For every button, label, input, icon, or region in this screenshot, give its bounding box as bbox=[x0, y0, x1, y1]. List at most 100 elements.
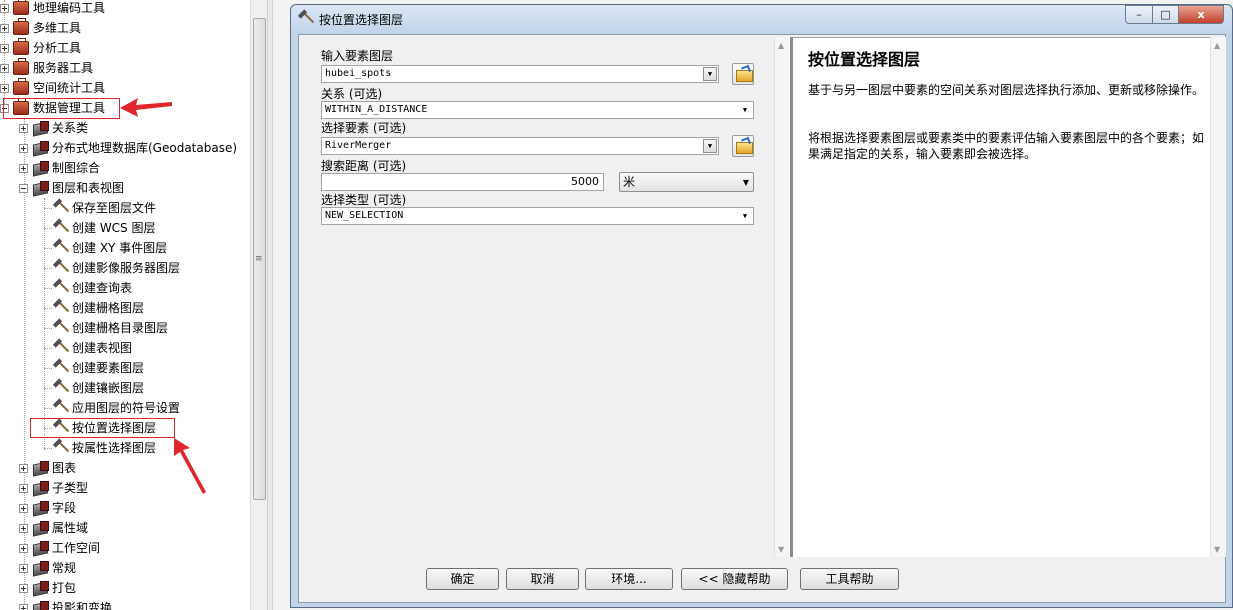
tree-tool-make-wcs-layer[interactable]: 创建 WCS 图层 bbox=[52, 218, 156, 238]
expand-icon[interactable] bbox=[19, 583, 28, 593]
tree-toolbox-multidimension[interactable]: 多维工具 bbox=[0, 18, 81, 38]
parameters-scrollbar[interactable]: ▲ ▼ bbox=[774, 37, 790, 557]
dropdown-arrow-icon[interactable]: ▼ bbox=[703, 67, 717, 81]
tree-toolset-workspace[interactable]: 工作空间 bbox=[19, 538, 100, 558]
expand-icon[interactable] bbox=[0, 3, 9, 13]
tree-toolbox-spatial-statistics[interactable]: 空间统计工具 bbox=[0, 78, 105, 98]
toolbox-icon bbox=[13, 0, 29, 15]
tree-tool-make-table-view[interactable]: 创建表视图 bbox=[52, 338, 132, 358]
expand-icon[interactable] bbox=[19, 563, 28, 573]
highlight-box bbox=[3, 98, 120, 119]
tree-toolset-distributed-geodatabase[interactable]: 分布式地理数据库(Geodatabase) bbox=[19, 138, 237, 158]
environments-button[interactable]: 环境... bbox=[585, 568, 673, 590]
collapse-icon[interactable] bbox=[19, 183, 28, 193]
tree-tool-make-xy-event-layer[interactable]: 创建 XY 事件图层 bbox=[52, 238, 167, 258]
tree-scrollbar[interactable]: ≡ bbox=[250, 0, 267, 610]
ok-button[interactable]: 确定 bbox=[426, 568, 499, 590]
hammer-icon bbox=[52, 240, 68, 256]
maximize-icon: □ bbox=[1160, 8, 1171, 21]
tree-toolbox-analysis[interactable]: 分析工具 bbox=[0, 38, 81, 58]
expand-icon[interactable] bbox=[19, 463, 28, 473]
selection-type-combo[interactable]: NEW_SELECTION ▼ bbox=[321, 207, 754, 225]
scroll-up-icon[interactable]: ▲ bbox=[778, 41, 784, 50]
distance-unit-value: 米 bbox=[623, 175, 636, 189]
toolset-icon bbox=[32, 141, 49, 155]
tree-tool-make-raster-layer[interactable]: 创建栅格图层 bbox=[52, 298, 144, 318]
maximize-button[interactable]: □ bbox=[1152, 5, 1179, 24]
tree-tool-make-feature-layer[interactable]: 创建要素图层 bbox=[52, 358, 144, 378]
close-button[interactable]: x bbox=[1178, 5, 1224, 24]
hammer-icon bbox=[52, 300, 68, 316]
tree-toolset-generalization[interactable]: 制图综合 bbox=[19, 158, 100, 178]
tree-tool-make-mosaic-layer[interactable]: 创建镶嵌图层 bbox=[52, 378, 144, 398]
parameters-pane: 输入要素图层 hubei_spots ▼ 关系 (可选) WITHIN_A_DI… bbox=[300, 37, 774, 557]
distance-unit-combo[interactable]: 米 ▼ bbox=[619, 172, 754, 192]
cancel-button[interactable]: 取消 bbox=[506, 568, 579, 590]
tree-toolset-graph[interactable]: 图表 bbox=[19, 458, 76, 478]
help-pane: 按位置选择图层 基于与另一图层中要素的空间关系对图层选择执行添加、更新或移除操作… bbox=[793, 37, 1210, 557]
hammer-icon bbox=[52, 200, 68, 216]
help-paragraph: 基于与另一图层中要素的空间关系对图层选择执行添加、更新或移除操作。 bbox=[808, 83, 1205, 97]
tree-tool-make-image-server-layer[interactable]: 创建影像服务器图层 bbox=[52, 258, 180, 278]
help-scrollbar[interactable]: ▲ ▼ bbox=[1210, 37, 1226, 557]
scroll-down-icon[interactable]: ▼ bbox=[778, 545, 784, 554]
browse-input-button[interactable] bbox=[732, 63, 754, 85]
dropdown-arrow-icon[interactable]: ▼ bbox=[743, 174, 749, 192]
selecting-features-label: 选择要素 (可选) bbox=[321, 121, 407, 135]
expand-icon[interactable] bbox=[19, 483, 28, 493]
tree-tool-select-layer-by-attribute[interactable]: 按属性选择图层 bbox=[52, 438, 156, 458]
minimize-button[interactable]: – bbox=[1125, 5, 1153, 24]
tree-toolset-subtypes[interactable]: 子类型 bbox=[19, 478, 88, 498]
expand-icon[interactable] bbox=[19, 143, 28, 153]
hide-help-button[interactable]: << 隐藏帮助 bbox=[681, 568, 788, 590]
input-features-combo[interactable]: hubei_spots ▼ bbox=[321, 65, 719, 83]
tree-toolset-fields[interactable]: 字段 bbox=[19, 498, 76, 518]
tree-toolset-package[interactable]: 打包 bbox=[19, 578, 76, 598]
hammer-icon bbox=[52, 340, 68, 356]
expand-icon[interactable] bbox=[19, 163, 28, 173]
dropdown-arrow-icon[interactable]: ▼ bbox=[738, 209, 752, 223]
expand-icon[interactable] bbox=[19, 603, 28, 610]
search-distance-input[interactable]: 5000 bbox=[321, 173, 604, 191]
tree-toolset-domains[interactable]: 属性域 bbox=[19, 518, 88, 538]
expand-icon[interactable] bbox=[19, 123, 28, 133]
expand-icon[interactable] bbox=[0, 23, 9, 33]
tree-toolset-projections[interactable]: 投影和变换 bbox=[19, 598, 112, 610]
tree-guide bbox=[44, 198, 45, 450]
scroll-down-icon[interactable]: ▼ bbox=[1214, 545, 1220, 554]
tree-toolset-general[interactable]: 常规 bbox=[19, 558, 76, 578]
tree-tool-save-to-layer-file[interactable]: 保存至图层文件 bbox=[52, 198, 156, 218]
expand-icon[interactable] bbox=[19, 543, 28, 553]
tree-toolset-layers-and-table-views[interactable]: 图层和表视图 bbox=[19, 178, 124, 198]
input-features-label: 输入要素图层 bbox=[321, 49, 394, 63]
expand-icon[interactable] bbox=[0, 63, 9, 73]
toolset-icon bbox=[32, 541, 49, 555]
toolbox-tree[interactable]: 地理编码工具 多维工具 分析工具 服务器工具 空间统计工具 数据管理工具 关系类… bbox=[0, 0, 250, 610]
tool-dialog[interactable]: 按位置选择图层 – □ x 输入要素图层 hubei_spots ▼ 关系 (可… bbox=[290, 4, 1233, 608]
scroll-up-icon[interactable]: ▲ bbox=[1214, 41, 1220, 50]
dropdown-arrow-icon[interactable]: ▼ bbox=[738, 103, 752, 117]
toolbox-icon bbox=[13, 18, 29, 35]
tree-toolbox-server[interactable]: 服务器工具 bbox=[0, 58, 93, 78]
expand-icon[interactable] bbox=[0, 83, 9, 93]
tree-toolbox-geocoding[interactable]: 地理编码工具 bbox=[0, 0, 105, 18]
tree-tool-apply-symbology[interactable]: 应用图层的符号设置 bbox=[52, 398, 180, 418]
selecting-features-combo[interactable]: RiverMerger ▼ bbox=[321, 137, 719, 155]
tool-help-button[interactable]: 工具帮助 bbox=[800, 568, 899, 590]
relation-combo[interactable]: WITHIN_A_DISTANCE ▼ bbox=[321, 101, 754, 119]
toolset-icon bbox=[32, 161, 49, 175]
expand-icon[interactable] bbox=[19, 523, 28, 533]
grip-icon: ≡ bbox=[255, 254, 263, 264]
browse-selecting-button[interactable] bbox=[732, 135, 754, 157]
hammer-icon bbox=[52, 440, 68, 456]
tree-tool-make-query-table[interactable]: 创建查询表 bbox=[52, 278, 132, 298]
dialog-titlebar[interactable]: 按位置选择图层 – □ x bbox=[291, 5, 1232, 32]
expand-icon[interactable] bbox=[0, 43, 9, 53]
dropdown-arrow-icon[interactable]: ▼ bbox=[703, 139, 717, 153]
close-icon: x bbox=[1197, 8, 1205, 21]
tree-tool-make-raster-catalog-layer[interactable]: 创建栅格目录图层 bbox=[52, 318, 168, 338]
expand-icon[interactable] bbox=[19, 503, 28, 513]
toolset-icon bbox=[32, 521, 49, 535]
selecting-features-value: RiverMerger bbox=[325, 140, 392, 151]
tree-toolset-relationship-class[interactable]: 关系类 bbox=[19, 118, 88, 138]
